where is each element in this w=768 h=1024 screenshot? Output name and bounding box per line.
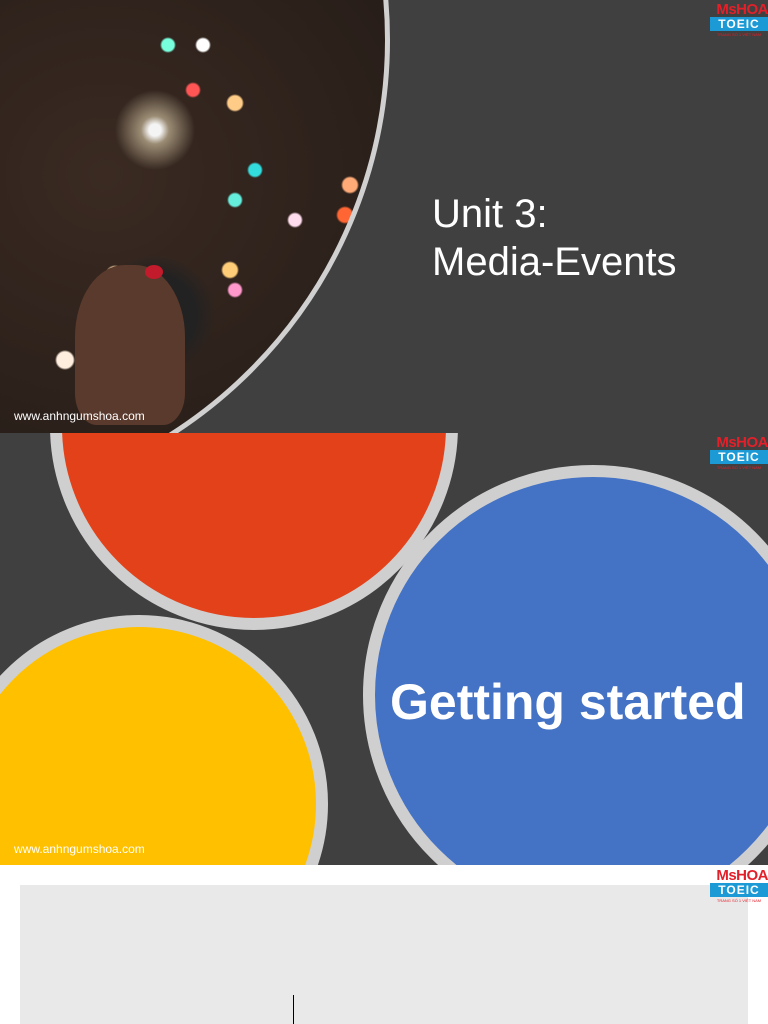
getting-started-title: Getting started	[390, 674, 746, 730]
content-box	[20, 885, 748, 1024]
slide-title-text: Unit 3: Media-Events	[432, 192, 677, 284]
hand-image	[75, 265, 185, 425]
website-url: www.anhngumshoa.com	[14, 409, 145, 423]
slide-title: MsHOA TOEIC TRANG SỐ 1 VIỆT NAM Unit 3: …	[0, 0, 768, 433]
yellow-circle	[0, 615, 328, 865]
slide-3: MsHOA TOEIC TRANG SỐ 1 VIỆT NAM	[0, 865, 768, 1024]
mshoa-toeic-logo: MsHOA TOEIC TRANG SỐ 1 VIỆT NAM	[710, 868, 768, 908]
sparkler-photo	[0, 0, 390, 433]
website-url: www.anhngumshoa.com	[14, 842, 145, 856]
slide-getting-started: Getting started MsHOA TOEIC TRANG SỐ 1 V…	[0, 433, 768, 865]
nail-image	[145, 265, 163, 279]
divider-line	[293, 995, 294, 1024]
mshoa-toeic-logo: MsHOA TOEIC TRANG SỐ 1 VIỆT NAM	[710, 2, 768, 42]
mshoa-toeic-logo: MsHOA TOEIC TRANG SỐ 1 VIỆT NAM	[710, 435, 768, 475]
